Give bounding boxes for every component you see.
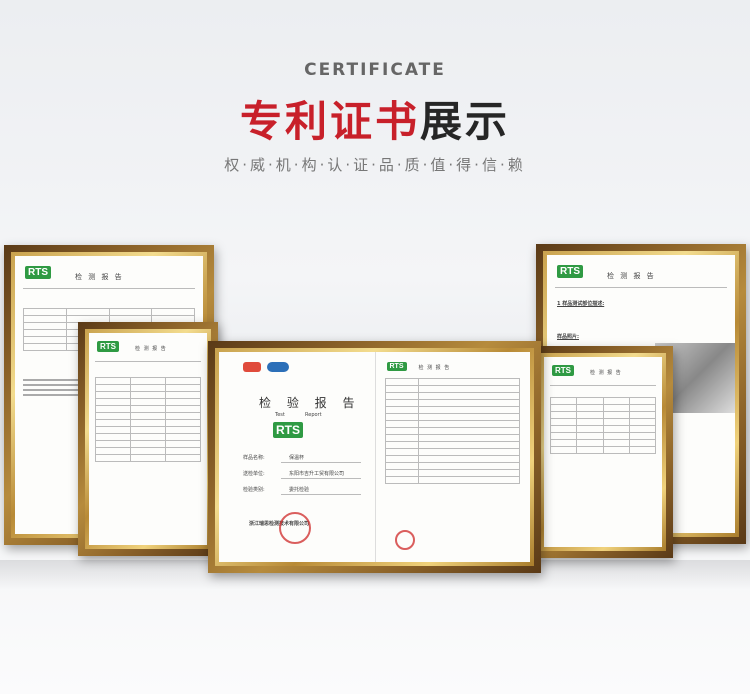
rts-logo: RTS xyxy=(552,365,574,376)
divider xyxy=(555,287,727,288)
report-info-page: RTS 检 测 报 告 xyxy=(375,352,531,562)
divider xyxy=(281,462,361,463)
section-sample-photo: 样品照片: xyxy=(557,334,579,340)
divider xyxy=(23,288,195,289)
divider xyxy=(281,478,361,479)
certificate-mid-left: RTS 检 测 报 告 xyxy=(78,322,218,556)
cnas-mark-icon xyxy=(267,362,289,372)
red-seal-icon xyxy=(279,512,311,544)
report-cover-page: 检 验 报 告 Test Report RTS 样品名称: 保温杯 送检单位: … xyxy=(219,352,376,562)
data-table xyxy=(95,377,201,462)
ma-mark-icon xyxy=(243,362,261,372)
rts-logo: RTS xyxy=(386,362,407,371)
divider xyxy=(95,361,201,362)
report-cover-title: 检 验 报 告 xyxy=(259,396,361,410)
header-cn-title-red: 专利证书 xyxy=(239,97,420,146)
certificate-mid-right: RTS 检 测 报 告 xyxy=(533,346,673,558)
report-title: 检 测 报 告 xyxy=(418,365,451,371)
report-title: 检 测 报 告 xyxy=(75,273,124,281)
info-table xyxy=(384,378,521,484)
red-seal-icon xyxy=(394,530,415,550)
divider xyxy=(550,385,656,386)
certificate-paper: 检 验 报 告 Test Report RTS 样品名称: 保温杯 送检单位: … xyxy=(219,352,530,562)
category-value: 委托检验 xyxy=(289,487,310,493)
rts-logo: RTS xyxy=(25,266,51,279)
header-cn-title-dark: 展示 xyxy=(420,97,511,146)
rts-logo: RTS xyxy=(273,422,303,438)
report-cover-title-en-2: Report xyxy=(305,412,322,418)
certificate-paper: RTS 检 测 报 告 xyxy=(89,333,207,545)
certificate-paper: RTS 检 测 报 告 xyxy=(544,357,662,547)
text-lines xyxy=(23,376,83,399)
header-cn-title: 专利证书展示 xyxy=(0,88,750,149)
certificate-front: 检 验 报 告 Test Report RTS 样品名称: 保温杯 送检单位: … xyxy=(208,341,541,573)
report-title: 检 测 报 告 xyxy=(590,370,622,376)
certificate-border: RTS 检 测 报 告 xyxy=(540,353,666,551)
header-subtitle: 权·威·机·构·认·证·品·质·值·得·信·赖 xyxy=(224,156,526,174)
sample-name-label: 样品名称: xyxy=(243,455,265,461)
data-table xyxy=(549,397,657,454)
certificate-border: RTS 检 测 报 告 xyxy=(85,329,211,549)
header-en-title: CERTIFICATE xyxy=(304,60,446,80)
client-value: 东阳市吉升工贸有限公司 xyxy=(289,471,345,477)
client-label: 送检单位: xyxy=(243,471,265,477)
section-sample-description: 1 样品测试部位描述: xyxy=(557,301,605,307)
report-title: 检 测 报 告 xyxy=(607,272,656,280)
sample-name-value: 保温杯 xyxy=(289,455,305,461)
report-cover-title-en-1: Test xyxy=(275,412,285,418)
category-label: 检验类别: xyxy=(243,487,265,493)
rts-logo: RTS xyxy=(97,341,119,352)
certificate-border: 检 验 报 告 Test Report RTS 样品名称: 保温杯 送检单位: … xyxy=(215,348,534,566)
divider xyxy=(281,494,361,495)
rts-logo: RTS xyxy=(557,265,583,278)
report-title: 检 测 报 告 xyxy=(135,346,167,352)
